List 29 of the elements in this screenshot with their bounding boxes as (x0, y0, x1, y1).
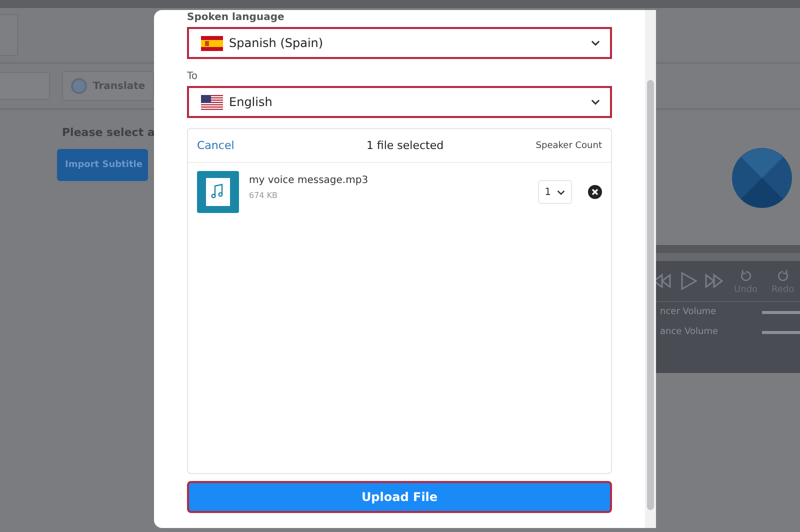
volume-slider[interactable] (762, 310, 800, 314)
import-button[interactable]: Import Subtitle (57, 149, 148, 181)
file-size: 674 KB (249, 190, 279, 200)
volume-label: ncer Volume (660, 307, 716, 317)
chevron-down-icon (591, 99, 600, 105)
field-label: Spoken language (187, 11, 286, 25)
scrollbar[interactable] (645, 10, 656, 528)
language-dropdown[interactable]: English (187, 86, 612, 118)
chevron-down-icon (591, 40, 600, 46)
column-heading: Speaker Count (536, 140, 602, 150)
flag-icon (201, 94, 223, 110)
avatar-icon (732, 148, 792, 208)
cancel-link[interactable]: Cancel (197, 139, 234, 152)
file-name: my voice message.mp3 (249, 174, 370, 186)
flag-icon (201, 36, 223, 50)
volume-slider[interactable] (762, 330, 800, 334)
audio-file-icon (197, 171, 239, 213)
files-summary: 1 file selected (366, 139, 444, 152)
language-dropdown[interactable]: Spanish (Spain) (187, 27, 612, 59)
fast-forward-icon[interactable] (704, 271, 724, 291)
chevron-down-icon (557, 190, 565, 194)
prompt-text: Please select a (62, 126, 155, 139)
field-label: To (187, 70, 199, 84)
volume-label: ance Volume (660, 327, 718, 337)
redo-icon (776, 269, 790, 283)
upload-button[interactable]: Upload File (187, 481, 612, 513)
speaker-count-dropdown[interactable]: 1 (538, 180, 572, 204)
undo-icon (738, 269, 753, 283)
remove-icon[interactable] (588, 185, 602, 199)
